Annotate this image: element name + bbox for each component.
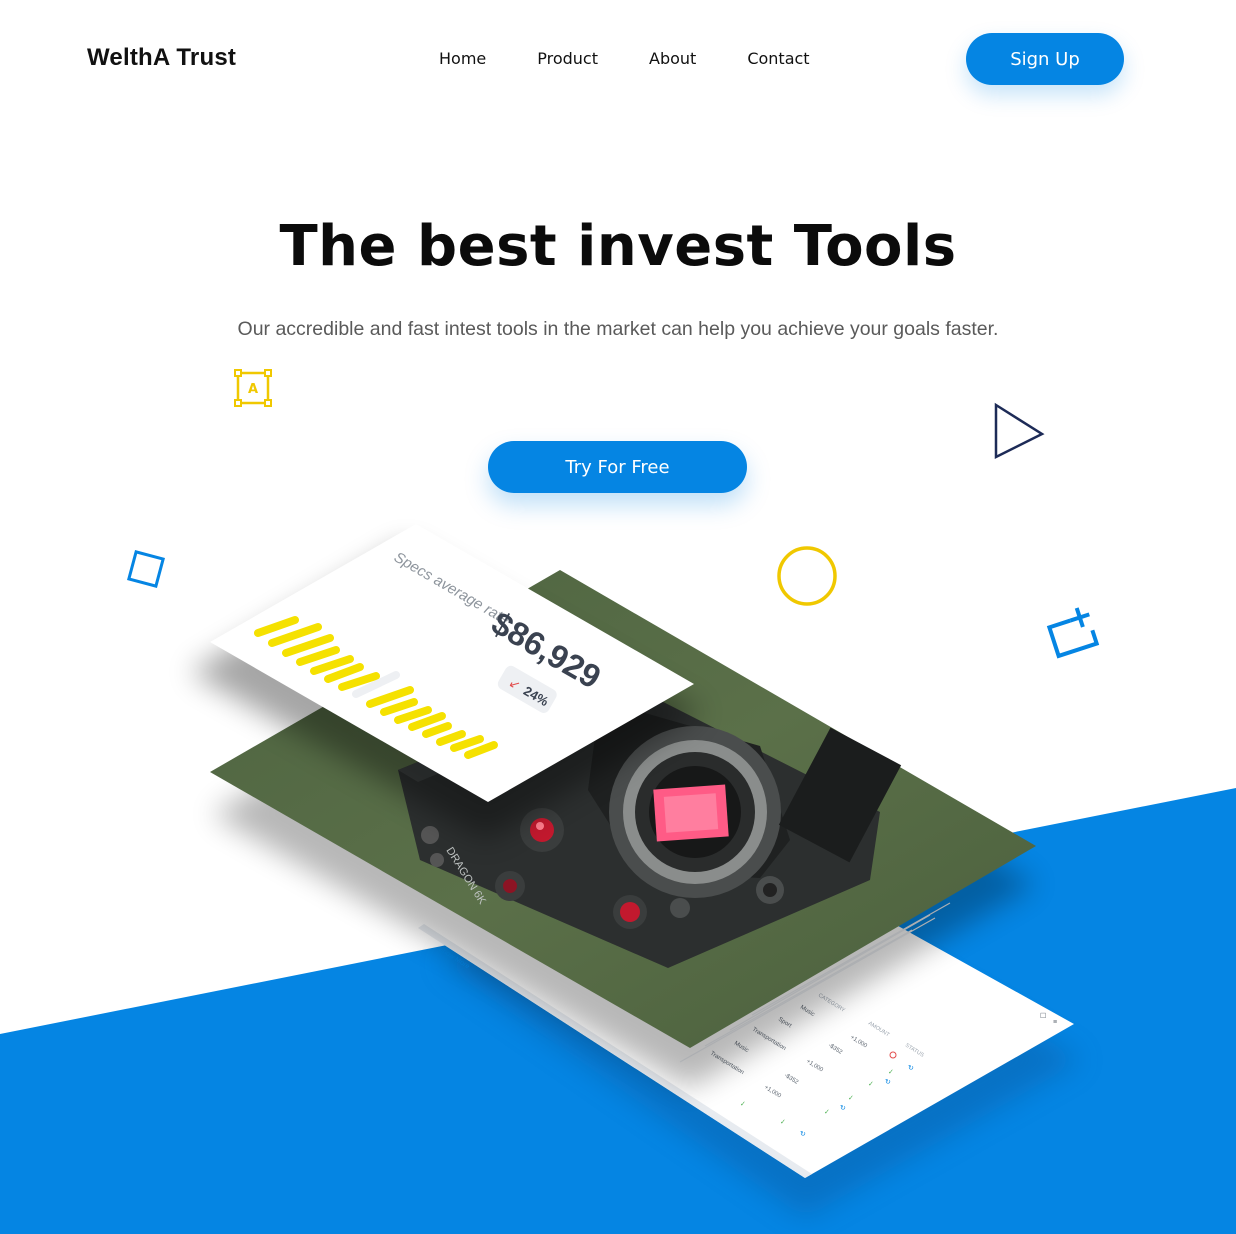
signup-button[interactable]: Sign Up (966, 33, 1124, 85)
svg-text:A: A (248, 382, 258, 397)
svg-text:↻: ↻ (885, 1079, 891, 1086)
svg-text:☐: ☐ (1040, 1012, 1046, 1020)
nav-about[interactable]: About (649, 48, 696, 70)
nav-contact[interactable]: Contact (747, 48, 809, 70)
svg-text:↻: ↻ (840, 1105, 846, 1112)
svg-text:↻: ↻ (908, 1065, 914, 1072)
square-outline-icon (127, 550, 165, 588)
svg-text:✓: ✓ (888, 1069, 894, 1076)
circle-outline-icon (777, 546, 837, 606)
svg-text:✓: ✓ (824, 1109, 830, 1116)
play-triangle-icon (994, 402, 1045, 460)
hero-subtitle: Our accredible and fast intest tools in … (237, 318, 999, 340)
add-frame-icon (1046, 607, 1100, 659)
nav-home[interactable]: Home (439, 48, 486, 70)
text-frame-icon: A (234, 369, 272, 407)
try-for-free-button[interactable]: Try For Free (488, 441, 747, 493)
nav-product[interactable]: Product (537, 48, 598, 70)
svg-text:≡: ≡ (1053, 1019, 1057, 1026)
main-nav: Home Product About Contact (439, 48, 810, 70)
brand-logo[interactable]: WelthA Trust (87, 44, 236, 72)
svg-text:✓: ✓ (740, 1101, 746, 1108)
svg-text:✓: ✓ (868, 1081, 874, 1088)
hero-title: The best invest Tools (279, 214, 957, 279)
svg-text:✓: ✓ (780, 1119, 786, 1126)
svg-text:↻: ↻ (800, 1131, 806, 1138)
svg-text:✓: ✓ (848, 1095, 854, 1102)
